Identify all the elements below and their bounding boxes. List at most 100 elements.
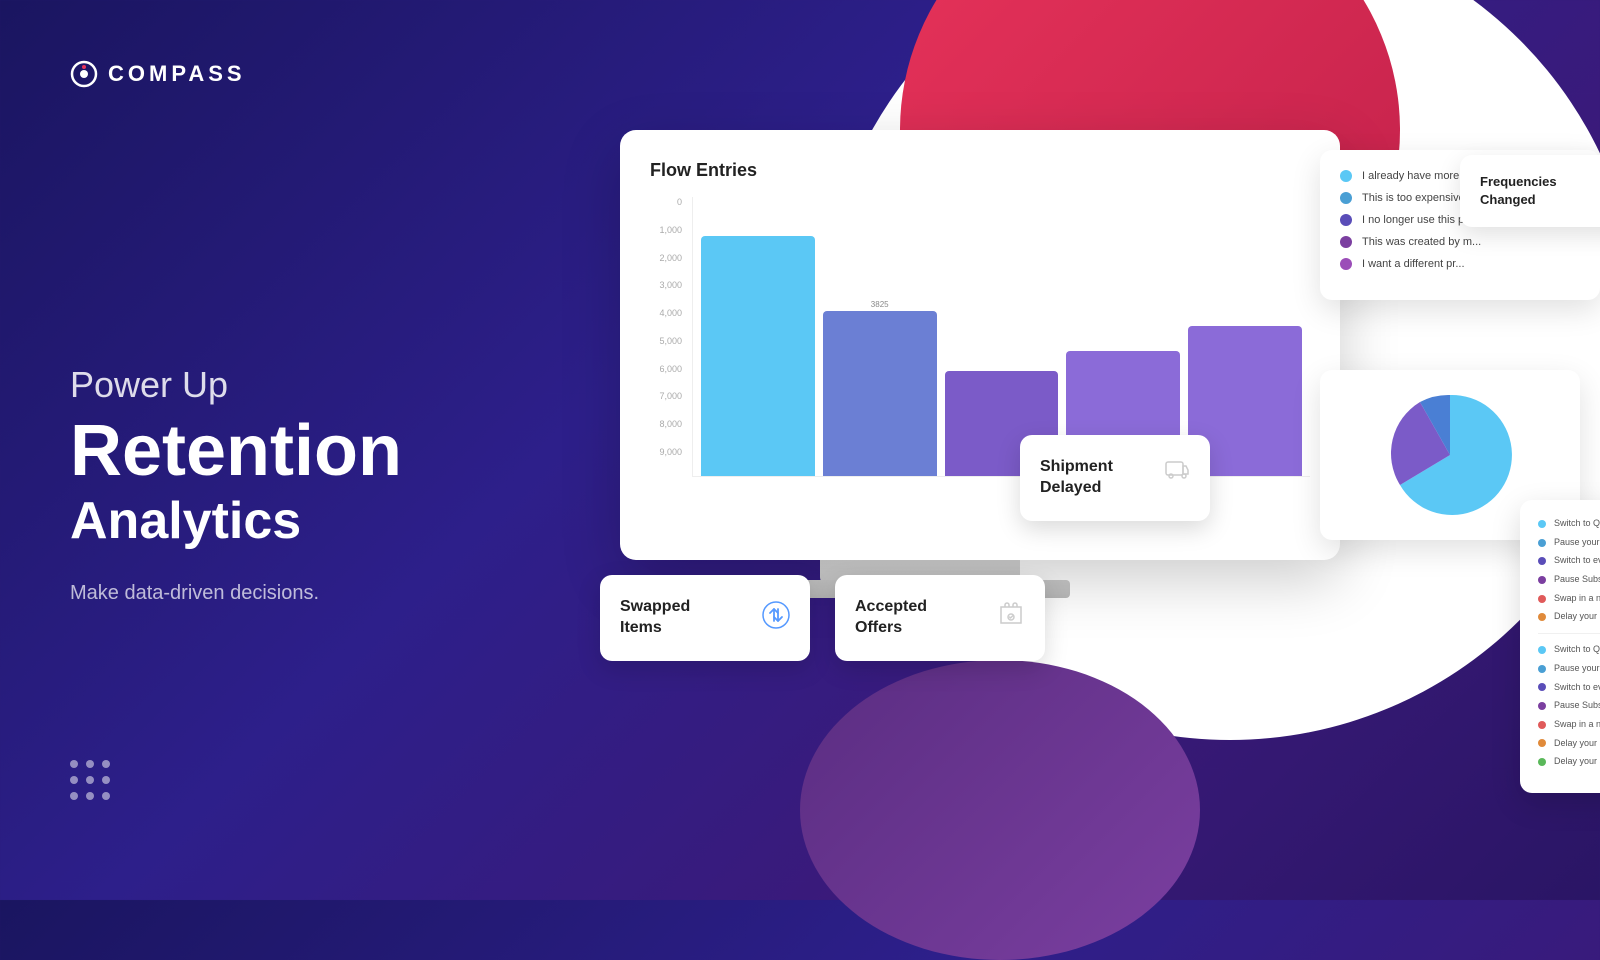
dot	[70, 760, 78, 768]
dot	[86, 760, 94, 768]
shipment-label-wrapper: ShipmentDelayed	[1040, 457, 1113, 499]
y-label: 2,000	[650, 253, 682, 263]
list-item-row: Swap in a new Product & Save 20% OFF you…	[1538, 593, 1600, 605]
shipment-label-text: ShipmentDelayed	[1040, 458, 1113, 496]
reason-item: This was created by m...	[1340, 236, 1580, 248]
list-item-row: Pause your Subscription for 8 months	[1538, 537, 1600, 549]
frequencies-label-text: FrequenciesChanged	[1480, 174, 1557, 207]
chart-title: Flow Entries	[650, 160, 1310, 181]
y-label: 0	[650, 197, 682, 207]
list-item-text: Delay your Shipment by 4 Weeks	[1554, 611, 1600, 623]
list-item-text: Switch to Quarterly & Save 15% on your n…	[1554, 644, 1600, 656]
bars-container: 3825	[692, 197, 1310, 477]
list-dot	[1538, 739, 1546, 747]
list-item-text: Pause your Subscription for 8 months	[1554, 663, 1600, 675]
y-label: 9,000	[650, 447, 682, 457]
shipment-delayed-card: ShipmentDelayed	[1020, 435, 1210, 521]
list-dot	[1538, 702, 1546, 710]
accepted-offers-card: AcceptedOffers	[835, 575, 1045, 661]
list-item-row: Pause your Subscription for 8 months	[1538, 663, 1600, 675]
list-item-row: Switch to every 2 or 3 months and Save 2…	[1538, 682, 1600, 694]
list-item-row: Pause Subscription for 3 months and Get …	[1538, 700, 1600, 712]
y-label: 5,000	[650, 336, 682, 346]
y-label: 1,000	[650, 225, 682, 235]
list-dot	[1538, 539, 1546, 547]
frequencies-label: FrequenciesChanged	[1480, 173, 1557, 209]
list-divider	[1538, 633, 1600, 634]
logo: COMPASS	[70, 60, 490, 88]
swapped-items-icon	[762, 601, 790, 635]
frequencies-changed-card: FrequenciesChanged	[1460, 155, 1600, 227]
bar-wrapper	[701, 234, 815, 476]
list-dot	[1538, 595, 1546, 603]
reason-dot	[1340, 170, 1352, 182]
list-dot	[1538, 721, 1546, 729]
shipment-icon	[1164, 457, 1190, 489]
y-axis: 9,000 8,000 7,000 6,000 5,000 4,000 3,00…	[650, 197, 692, 477]
reason-text: This is too expensive	[1362, 192, 1465, 204]
list-item-row: Swap in a new Product & Save 20% OFF you…	[1538, 719, 1600, 731]
left-panel: COMPASS Power Up Retention Analytics Mak…	[0, 0, 560, 900]
headline-line3: Analytics	[70, 493, 490, 550]
list-item-row: Switch to every 2 or 3 months and Save 2…	[1538, 555, 1600, 567]
reason-dot	[1340, 258, 1352, 270]
pie-chart	[1385, 390, 1515, 520]
list-item-text: Swap in a new Product & Save 20% OFF you…	[1554, 719, 1600, 731]
list-dot	[1538, 758, 1546, 766]
list-item-row: Pause Subscription for 3 months and Get …	[1538, 574, 1600, 586]
list-item-text: Switch to every 2 or 3 months and Save 2…	[1554, 555, 1600, 567]
list-dot	[1538, 683, 1546, 691]
dot	[86, 776, 94, 784]
accepted-offers-label: AcceptedOffers	[855, 597, 927, 639]
y-label: 3,000	[650, 280, 682, 290]
reason-dot	[1340, 192, 1352, 204]
list-item-text: Pause Subscription for 3 months and Get …	[1554, 700, 1600, 712]
list-item-text: Delay your Shipment by 4 Weeks	[1554, 738, 1600, 750]
dot	[70, 792, 78, 800]
dot	[102, 776, 110, 784]
bar	[823, 311, 937, 476]
logo-text: COMPASS	[108, 61, 246, 87]
list-item-row: Delay your Shipment by 4 Weeks	[1538, 756, 1600, 768]
reason-text: I want a different pr...	[1362, 258, 1465, 270]
list-item-text: Pause Subscription for 3 months and Get …	[1554, 574, 1600, 586]
dot	[70, 776, 78, 784]
bar	[701, 236, 815, 476]
list-dot	[1538, 646, 1546, 654]
monitor-card: Flow Entries 9,000 8,000 7,000 6,000 5,0…	[620, 130, 1340, 560]
list-item-text: Swap in a new Product & Save 20% OFF you…	[1554, 593, 1600, 605]
list-dot	[1538, 520, 1546, 528]
list-item-row: Delay your Shipment by 4 Weeks	[1538, 738, 1600, 750]
list-dot	[1538, 557, 1546, 565]
list-item-row: Delay your Shipment by 4 Weeks	[1538, 611, 1600, 623]
dot	[102, 792, 110, 800]
bar-value: 3825	[871, 300, 889, 309]
list-item-row: Switch to Quarterly & Save 15% on your n…	[1538, 644, 1600, 656]
y-label: 8,000	[650, 419, 682, 429]
bar-wrapper: 3825	[823, 300, 937, 476]
y-label: 6,000	[650, 364, 682, 374]
compass-logo-icon	[70, 60, 98, 88]
headline-line1: Power Up	[70, 363, 490, 406]
headline-section: Power Up Retention Analytics Make data-d…	[70, 243, 490, 606]
chart-area: 9,000 8,000 7,000 6,000 5,000 4,000 3,00…	[650, 197, 1310, 477]
list-item-text: Pause your Subscription for 8 months	[1554, 537, 1600, 549]
list-item-row: Switch to Quarterly & Save 15% on your n…	[1538, 518, 1600, 530]
y-label: 4,000	[650, 308, 682, 318]
dashboard-area: Flow Entries 9,000 8,000 7,000 6,000 5,0…	[540, 0, 1600, 900]
y-label: 7,000	[650, 391, 682, 401]
reason-item: I want a different pr...	[1340, 258, 1580, 270]
accepted-offers-icon	[997, 601, 1025, 635]
list-dot	[1538, 576, 1546, 584]
reason-dot	[1340, 236, 1352, 248]
reason-dot	[1340, 214, 1352, 226]
headline: Power Up Retention Analytics Make data-d…	[70, 363, 490, 606]
dot	[86, 792, 94, 800]
reason-text: This was created by m...	[1362, 236, 1481, 248]
tagline: Make data-driven decisions.	[70, 582, 490, 605]
swapped-items-card: SwappedItems	[600, 575, 810, 661]
headline-line2: Retention	[70, 414, 490, 490]
list-dot	[1538, 665, 1546, 673]
swapped-items-label: SwappedItems	[620, 597, 690, 639]
list-item-text: Delay your Shipment by 4 Weeks	[1554, 756, 1600, 768]
